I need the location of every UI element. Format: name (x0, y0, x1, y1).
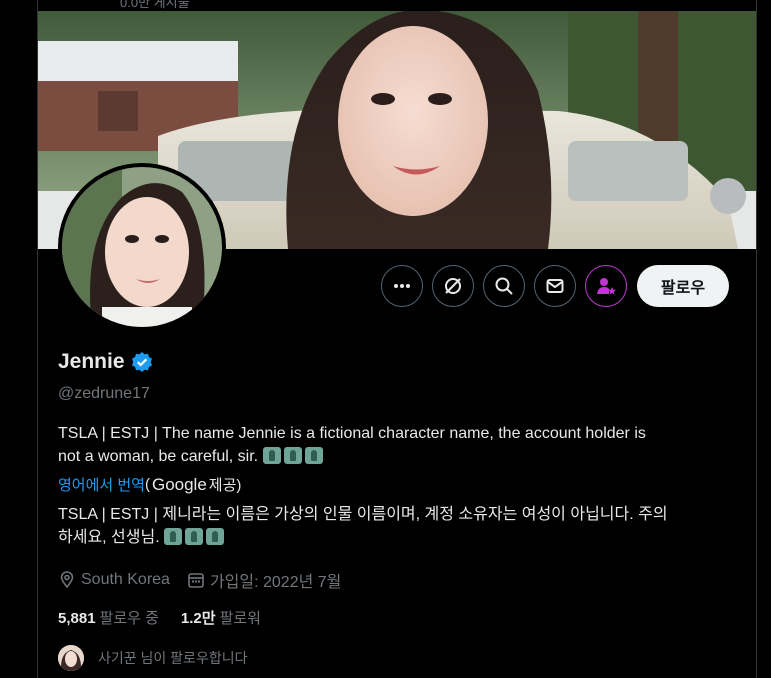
more-button[interactable] (381, 265, 423, 307)
statue-of-liberty-emoji-icon (185, 528, 204, 545)
bio-line-with-emoji: not a woman, be careful, sir. (58, 445, 738, 468)
follow-stats: 5,881 팔로우 중 1.2만 팔로워 (58, 607, 283, 628)
provider-prefix: ( (144, 476, 150, 493)
statue-of-liberty-emoji-icon (206, 528, 225, 545)
name-row: Jennie (58, 350, 153, 374)
following-link[interactable]: 5,881 팔로우 중 (58, 607, 159, 628)
location-text: South Korea (81, 571, 170, 588)
profile-actions: 팔로우 (381, 264, 729, 308)
statue-of-liberty-emoji-icon (304, 447, 323, 464)
followers-link[interactable]: 1.2만 팔로워 (181, 607, 261, 628)
top-strip: 0.0만 게시물 (0, 0, 771, 11)
person-star-icon (597, 278, 616, 295)
joined-text: 가입일: 2022년 7월 (209, 574, 342, 591)
post-count-clipped: 0.0만 게시물 (120, 0, 190, 10)
translation-attribution: 영어에서 번역 ( Google 제공) (58, 474, 241, 495)
subscribe-button[interactable] (585, 265, 627, 307)
follow-button[interactable]: 팔로우 (637, 265, 729, 307)
bio-translated-line-with-emoji: 하세요, 선생님. (58, 526, 738, 549)
following-count: 5,881 (58, 610, 96, 627)
translate-link[interactable]: 영어에서 번역 (58, 474, 145, 495)
followers-label: 팔로워 (219, 610, 261, 627)
column-divider-right (756, 0, 757, 678)
display-name: Jennie (58, 350, 125, 373)
profile-avatar[interactable] (58, 163, 226, 331)
profile-meta: South Korea 가입일: 2022년 7월 (58, 568, 358, 592)
envelope-icon (546, 279, 564, 293)
user-handle: @zedrune17 (58, 385, 150, 402)
more-icon (394, 284, 410, 288)
message-button[interactable] (534, 265, 576, 307)
grok-icon (445, 278, 461, 294)
follower-avatar-image (58, 645, 84, 671)
grok-button[interactable] (432, 265, 474, 307)
followed-by-text: 사기꾼 님이 팔로우합니다 (98, 650, 248, 666)
joined-item: 가입일: 2022년 7월 (187, 568, 341, 592)
provider-suffix: 제공) (208, 477, 242, 494)
calendar-icon (188, 573, 204, 588)
bio-original: TSLA | ESTJ | The name Jennie is a ficti… (58, 422, 738, 468)
avatar-image (62, 167, 222, 327)
follower-avatar (58, 645, 84, 671)
bio-translated: TSLA | ESTJ | 제니라는 이름은 가상의 인물 이름이며, 계정 소… (58, 503, 738, 549)
followers-count: 1.2만 (180, 610, 216, 627)
bio-translated-line: 하세요, 선생님. (58, 529, 160, 546)
search-icon (495, 277, 513, 295)
location-pin-icon (60, 571, 74, 589)
bio-translated-line: TSLA | ESTJ | 제니라는 이름은 가상의 인물 이름이며, 계정 소… (58, 506, 668, 523)
google-wordmark: Google (151, 474, 207, 494)
statue-of-liberty-emoji-icon (283, 447, 302, 464)
bio-line: TSLA | ESTJ | The name Jennie is a ficti… (58, 425, 646, 442)
statue-of-liberty-emoji-icon (262, 447, 281, 464)
bio-line: not a woman, be careful, sir. (58, 448, 259, 465)
location-item: South Korea (58, 571, 170, 589)
search-profile-button[interactable] (483, 265, 525, 307)
following-label: 팔로우 중 (99, 610, 159, 627)
verified-badge-icon[interactable] (131, 351, 153, 373)
followed-by-row[interactable]: 사기꾼 님이 팔로우합니다 (58, 645, 247, 671)
statue-of-liberty-emoji-icon (164, 528, 183, 545)
